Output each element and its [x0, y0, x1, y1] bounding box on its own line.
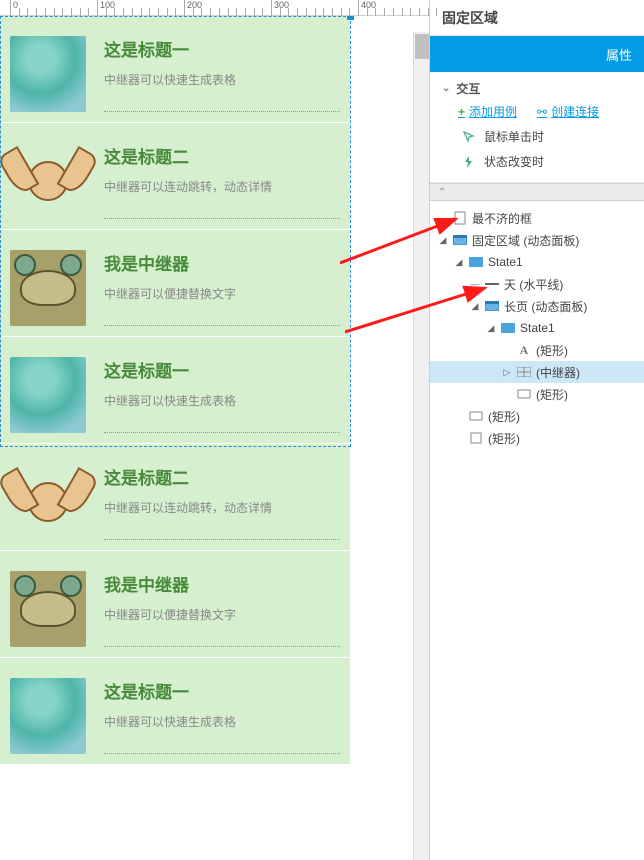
canvas-content[interactable]: 这是标题一中继器可以快速生成表格这是标题二中继器可以连动跳转，动态详情我是中继器…: [0, 16, 429, 860]
tree-toggle-icon[interactable]: ◢: [438, 235, 448, 246]
tree-label: 固定区域 (动态面板): [472, 232, 579, 249]
panel-title: 固定区域: [430, 0, 644, 36]
tab-properties[interactable]: 属性: [606, 45, 632, 64]
repeater-icon: [516, 365, 532, 379]
create-link-link[interactable]: ⚯ 创建连接: [537, 103, 599, 120]
ruler-horizontal: 0100200300400: [0, 0, 429, 16]
scrollbar-thumb[interactable]: [415, 34, 429, 59]
tree-item[interactable]: (矩形): [430, 427, 644, 449]
tree-item[interactable]: (矩形): [430, 383, 644, 405]
canvas-area[interactable]: 0100200300400 这是标题一中继器可以快速生成表格这是标题二中继器可以…: [0, 0, 429, 860]
section-header-interaction[interactable]: ⌄ 交互: [442, 80, 632, 97]
panel-icon: [452, 233, 468, 247]
tree-item[interactable]: 最不济的框: [430, 207, 644, 229]
avatar: [10, 464, 86, 540]
tree-label: (矩形): [488, 430, 520, 447]
chevron-down-icon: ⌄: [442, 83, 450, 94]
tree-toggle-icon[interactable]: —: [470, 279, 480, 289]
chevron-left-icon: ⌃: [438, 187, 446, 198]
tree-toggle-icon[interactable]: ▷: [502, 367, 512, 378]
tree-item[interactable]: ◢ State1: [430, 251, 644, 273]
ruler-tick: 0: [10, 0, 18, 16]
item-subtitle: 中继器可以便捷替换文字: [104, 606, 340, 623]
resize-handle-tr[interactable]: [347, 16, 354, 20]
add-case-label: 添加用例: [469, 103, 517, 120]
line-icon: [484, 277, 500, 291]
tree-item[interactable]: ▷ (中继器): [430, 361, 644, 383]
event-state-change[interactable]: 状态改变时: [442, 149, 632, 174]
event-click[interactable]: 鼠标单击时: [442, 124, 632, 149]
panel-icon: [484, 299, 500, 313]
tree-item[interactable]: — 天 (水平线): [430, 273, 644, 295]
tree-label: (矩形): [488, 408, 520, 425]
section-title: 交互: [456, 80, 480, 97]
tree-label: (矩形): [536, 342, 568, 359]
tree-toggle-icon[interactable]: ◢: [454, 257, 464, 268]
tree-item[interactable]: ◢ 固定区域 (动态面板): [430, 229, 644, 251]
tree-item[interactable]: ◢ State1: [430, 317, 644, 339]
inspector-panel: 固定区域 属性 ⌄ 交互 + 添加用例 ⚯ 创建连接 鼠标单击时 状态改变时: [429, 0, 644, 860]
text-icon: A: [516, 343, 532, 357]
item-title: 我是中继器: [104, 571, 340, 596]
collapse-bar[interactable]: ⌃: [430, 183, 644, 201]
create-link-label: 创建连接: [551, 103, 599, 120]
cursor-click-icon: [462, 130, 476, 144]
tree-label: 长页 (动态面板): [504, 298, 587, 315]
selection-outline: [0, 16, 351, 447]
interaction-section: ⌄ 交互 + 添加用例 ⚯ 创建连接 鼠标单击时 状态改变时: [430, 72, 644, 183]
item-title: 这是标题二: [104, 464, 340, 489]
item-title: 这是标题一: [104, 678, 340, 703]
rect-icon: [468, 409, 484, 423]
add-case-link[interactable]: + 添加用例: [458, 103, 517, 120]
list-item[interactable]: 我是中继器中继器可以便捷替换文字: [0, 550, 350, 657]
tree-label: (矩形): [536, 386, 568, 403]
avatar: [10, 571, 86, 647]
tab-bar: 属性: [430, 36, 644, 72]
state-icon: [500, 321, 516, 335]
tree-item[interactable]: (矩形): [430, 405, 644, 427]
outline-tree[interactable]: 最不济的框 ◢ 固定区域 (动态面板) ◢ State1 — 天 (水平线) ◢ 长页 (动态面…: [430, 201, 644, 860]
tree-toggle-icon[interactable]: ◢: [470, 301, 480, 312]
list-item[interactable]: 这是标题二中继器可以连动跳转，动态详情: [0, 443, 350, 550]
event-label: 状态改变时: [484, 153, 544, 170]
link-icon: ⚯: [537, 105, 547, 119]
tree-label: 最不济的框: [472, 210, 532, 227]
state-icon: [468, 255, 484, 269]
page-icon: [452, 211, 468, 225]
lightning-icon: [462, 155, 476, 169]
canvas-scrollbar[interactable]: [413, 32, 429, 860]
item-subtitle: 中继器可以连动跳转，动态详情: [104, 499, 340, 516]
tree-label: State1: [520, 321, 555, 335]
plus-icon: +: [458, 105, 465, 119]
tree-item[interactable]: A (矩形): [430, 339, 644, 361]
list-item[interactable]: 这是标题一中继器可以快速生成表格: [0, 657, 350, 764]
avatar: [10, 678, 86, 754]
box-icon: [468, 431, 484, 445]
tree-item[interactable]: ◢ 长页 (动态面板): [430, 295, 644, 317]
item-subtitle: 中继器可以快速生成表格: [104, 713, 340, 730]
tree-label: (中继器): [536, 364, 580, 381]
tree-label: State1: [488, 255, 523, 269]
rect-icon: [516, 387, 532, 401]
tree-toggle-icon[interactable]: ◢: [486, 323, 496, 334]
event-label: 鼠标单击时: [484, 128, 544, 145]
tree-label: 天 (水平线): [504, 276, 563, 293]
